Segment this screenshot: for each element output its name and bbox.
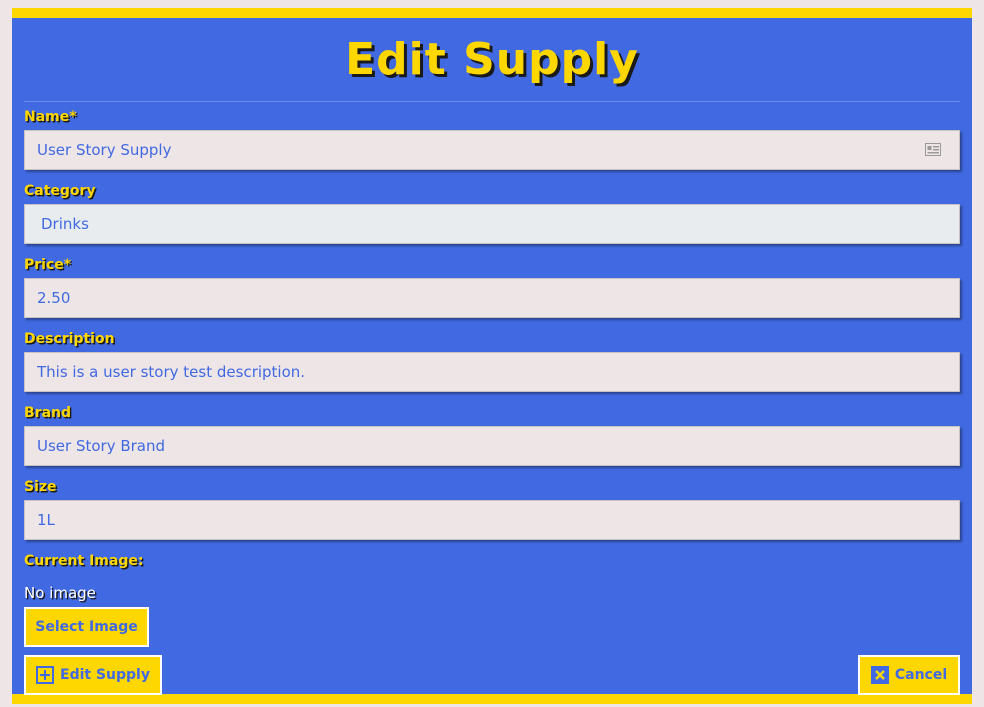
current-image-label: Current Image: [24, 553, 144, 569]
title-divider [24, 101, 960, 102]
edit-supply-panel: Edit Supply Name* User Story Supply Cate… [12, 8, 972, 704]
category-label: Category [24, 183, 96, 199]
brand-label: Brand [24, 405, 72, 421]
image-status: No image [24, 584, 96, 602]
contact-card-icon [925, 143, 941, 156]
cancel-button[interactable]: Cancel [858, 655, 960, 695]
name-input[interactable]: User Story Supply [24, 130, 960, 170]
name-value: User Story Supply [37, 141, 172, 159]
plus-square-icon [36, 666, 55, 684]
page-title: Edit Supply [345, 34, 639, 85]
x-square-icon [870, 666, 889, 684]
select-image-button[interactable]: Select Image [24, 607, 149, 647]
size-input[interactable]: 1L [24, 500, 960, 540]
name-label: Name* [24, 109, 77, 125]
brand-input[interactable]: User Story Brand [24, 426, 960, 466]
price-input[interactable]: 2.50 [24, 278, 960, 318]
select-image-label: Select Image [35, 619, 138, 635]
price-label: Price* [24, 257, 72, 273]
category-select[interactable]: Drinks [24, 204, 960, 244]
description-input[interactable]: This is a user story test description. [24, 352, 960, 392]
size-label: Size [24, 479, 57, 495]
edit-supply-label: Edit Supply [60, 667, 150, 683]
cancel-label: Cancel [894, 667, 948, 683]
edit-supply-button[interactable]: Edit Supply [24, 655, 162, 695]
description-label: Description [24, 331, 115, 347]
